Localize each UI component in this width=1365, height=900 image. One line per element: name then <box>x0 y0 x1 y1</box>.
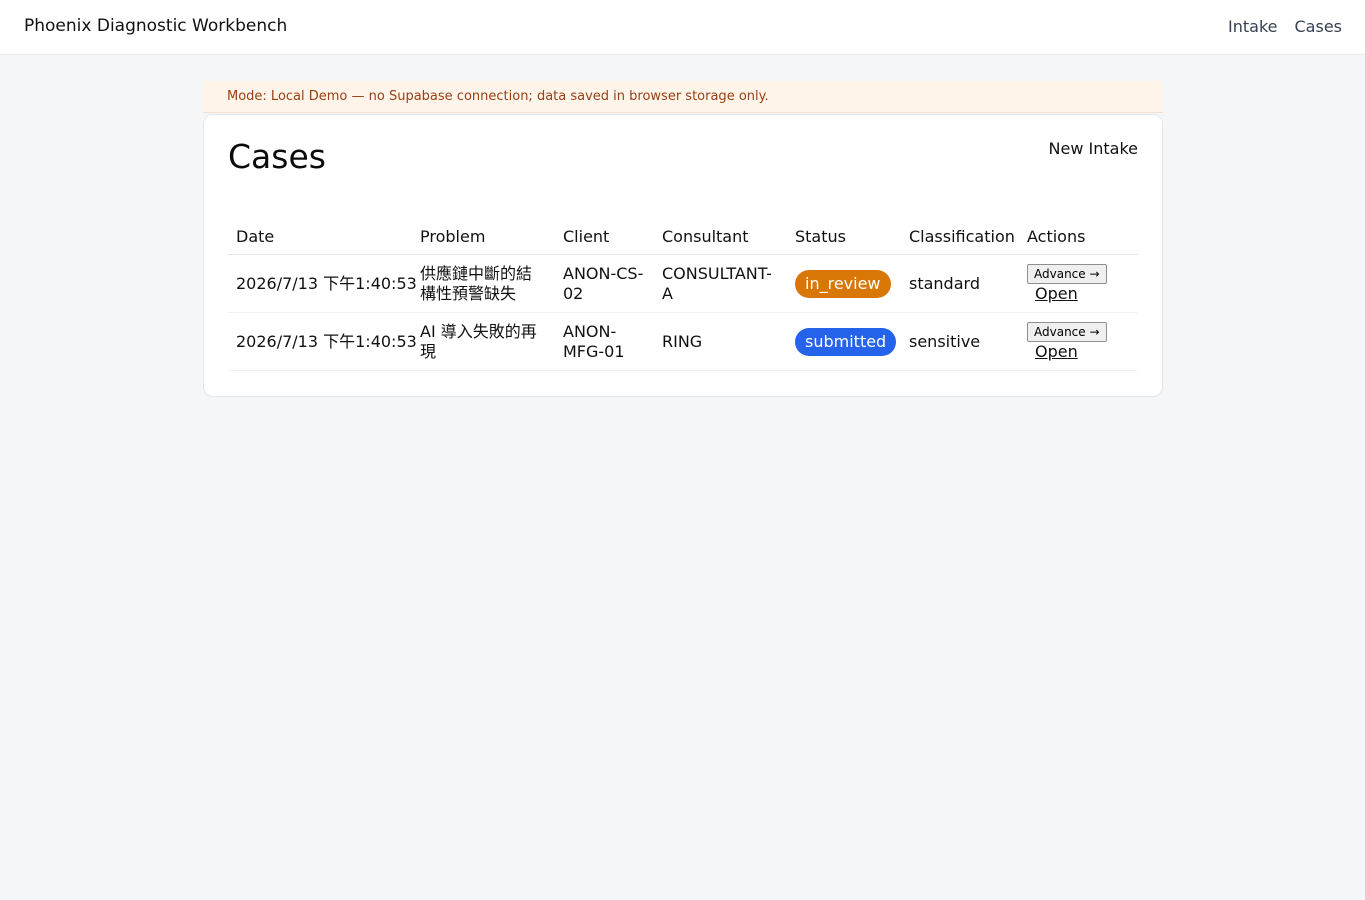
app-title: Phoenix Diagnostic Workbench <box>24 16 288 36</box>
cell-actions: Advance → Open <box>1019 312 1138 371</box>
column-header-classification: Classification <box>901 219 1019 255</box>
cell-consultant: RING <box>654 312 787 371</box>
cell-status: submitted <box>787 312 901 371</box>
advance-button[interactable]: Advance → <box>1027 322 1107 342</box>
status-badge: in_review <box>795 269 891 298</box>
column-header-date: Date <box>228 219 412 255</box>
top-nav: Intake Cases <box>1228 17 1342 36</box>
cell-problem: AI 導入失敗的再現 <box>412 312 555 371</box>
column-header-status: Status <box>787 219 901 255</box>
column-header-consultant: Consultant <box>654 219 787 255</box>
column-header-client: Client <box>555 219 654 255</box>
cell-client: ANON-CS-02 <box>555 254 654 313</box>
cell-status: in_review <box>787 254 901 313</box>
cell-classification: standard <box>901 254 1019 313</box>
table-row: 2026/7/13 下午1:40:53 供應鏈中斷的結構性預警缺失 ANON-C… <box>228 254 1138 313</box>
nav-cases-link[interactable]: Cases <box>1295 17 1343 36</box>
cell-problem: 供應鏈中斷的結構性預警缺失 <box>412 254 555 313</box>
open-link[interactable]: Open <box>1035 342 1078 362</box>
cases-table: Date Problem Client Consultant Status Cl… <box>228 219 1138 371</box>
cell-date: 2026/7/13 下午1:40:53 <box>228 254 417 313</box>
mode-banner: Mode: Local Demo — no Supabase connectio… <box>203 81 1163 113</box>
nav-intake-link[interactable]: Intake <box>1228 17 1277 36</box>
column-header-actions: Actions <box>1019 219 1138 255</box>
cell-consultant: CONSULTANT-A <box>654 254 787 313</box>
open-link[interactable]: Open <box>1035 284 1078 304</box>
cell-client: ANON-MFG-01 <box>555 312 654 371</box>
top-bar: Phoenix Diagnostic Workbench Intake Case… <box>0 0 1365 55</box>
cell-actions: Advance → Open <box>1019 254 1138 313</box>
cell-classification: sensitive <box>901 312 1019 371</box>
advance-button[interactable]: Advance → <box>1027 264 1107 284</box>
status-badge: submitted <box>795 327 897 356</box>
table-row: 2026/7/13 下午1:40:53 AI 導入失敗的再現 ANON-MFG-… <box>228 312 1138 371</box>
column-header-problem: Problem <box>412 219 555 255</box>
table-header-row: Date Problem Client Consultant Status Cl… <box>228 219 1138 255</box>
cell-date: 2026/7/13 下午1:40:53 <box>228 312 417 371</box>
page-title: Cases <box>228 137 326 176</box>
cases-card: Cases New Intake Date Problem Client Con… <box>203 114 1163 397</box>
new-intake-link[interactable]: New Intake <box>1049 139 1138 158</box>
